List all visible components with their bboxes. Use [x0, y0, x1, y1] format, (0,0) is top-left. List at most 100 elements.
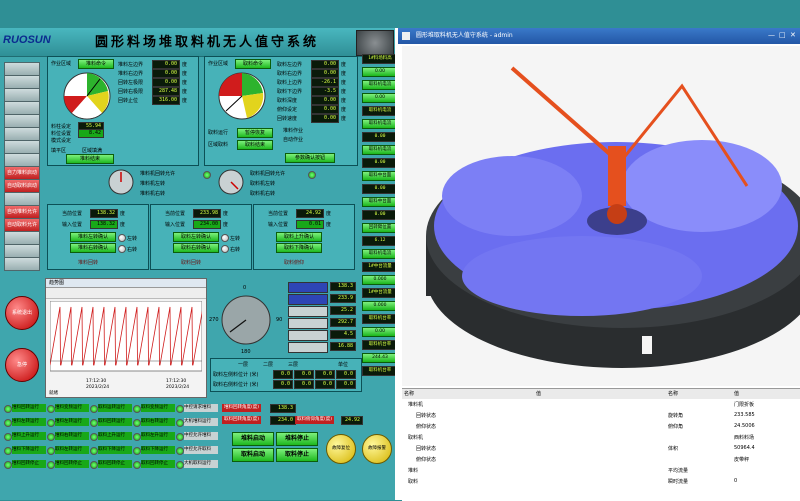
- tree-item[interactable]: 取料: [408, 478, 418, 485]
- stacker-compass-icon: [108, 169, 134, 195]
- tree-item[interactable]: 取料机: [408, 434, 423, 441]
- status-indicator: [176, 461, 184, 469]
- sidebar-button[interactable]: [4, 244, 40, 258]
- status-value: 16.88: [330, 342, 356, 351]
- emergency-stop-button[interactable]: 急停: [5, 348, 39, 382]
- confirm-button[interactable]: 堆料右转确认: [70, 243, 116, 253]
- trend-time-1: 17:12:30: [166, 379, 187, 384]
- minimize-icon[interactable]: —: [768, 31, 775, 39]
- sidebar-button[interactable]: [4, 257, 40, 271]
- level-table: 一层 二层 三层 单位 取料左侧料位计 (米) 0.0 0.0 0.0 0.0 取料右侧料位计 (…: [210, 358, 362, 392]
- angle-value: 138.3: [270, 404, 296, 413]
- stacker-command-button[interactable]: 堆料命令: [78, 59, 114, 69]
- position-panel: 当前位置 233.98 度输入位置 234.00 度取料左转确认 取料右转确认 左转 右转 取料…: [150, 204, 252, 270]
- stacker-check-full[interactable]: 区域填满: [82, 147, 102, 154]
- reclaimer-end-button[interactable]: 取料结束: [237, 140, 273, 150]
- sidebar-button[interactable]: [4, 192, 40, 206]
- confirm-button[interactable]: 堆料左转确认: [70, 232, 116, 242]
- confirm-button[interactable]: 取料左转确认: [173, 232, 219, 242]
- input-position-value[interactable]: 0.01: [296, 220, 324, 229]
- status-indicator: [47, 447, 55, 455]
- radio-indicator[interactable]: [118, 234, 126, 242]
- input-position-value[interactable]: 234.00: [193, 220, 221, 229]
- maximize-icon[interactable]: □: [779, 31, 786, 39]
- tree-item[interactable]: 回转状态: [416, 412, 436, 419]
- position-panel: 当前位置 138.32 度输入位置 138.32 度堆料左转确认 堆料右转确认 左转 右转 堆料…: [47, 204, 149, 270]
- sidebar-button[interactable]: [4, 140, 40, 154]
- sidebar-button[interactable]: [4, 62, 40, 76]
- confirm-button[interactable]: 取料上升确认: [276, 232, 322, 242]
- table-row-label: 取料左侧料位计 (米): [213, 372, 259, 378]
- confirm-button[interactable]: 取料下降确认: [276, 243, 322, 253]
- stacker-end-button[interactable]: 堆料结束: [66, 154, 114, 164]
- reclaimer-field-unit: 度: [341, 89, 347, 95]
- reclaimer-left-label: 取料机左转: [250, 181, 276, 187]
- sidebar-button[interactable]: 自动取料允许: [4, 218, 40, 232]
- sidebar-button[interactable]: 自力堆料启动请: [4, 166, 40, 188]
- reclaimer-param-confirm-button[interactable]: 参数确认按钮: [285, 153, 335, 163]
- close-icon[interactable]: ✕: [790, 31, 796, 39]
- reclaimer-field-label: 取料右边界: [277, 71, 303, 77]
- tree-item[interactable]: 堆料机: [408, 401, 423, 408]
- reclaimer-check-1[interactable]: 自动作业: [283, 136, 303, 143]
- app-title: 圆形料场堆取料机无人值守系统: [94, 35, 319, 50]
- 3d-yard-view[interactable]: [402, 46, 800, 386]
- unit-label: 度: [120, 211, 126, 217]
- unit-label: 度: [223, 211, 229, 217]
- reclaimer-field-value: 0.00: [311, 60, 339, 69]
- stacker-check-fill[interactable]: 填平区: [51, 147, 66, 154]
- action-button[interactable]: 堆料停止: [276, 432, 318, 446]
- status-indicator: [47, 461, 55, 469]
- sidebar-button[interactable]: [4, 75, 40, 89]
- sidebar-button[interactable]: [4, 114, 40, 128]
- radio-indicator[interactable]: [221, 245, 229, 253]
- action-button[interactable]: 堆料启动: [232, 432, 274, 446]
- tree-item[interactable]: 堆料: [408, 467, 418, 474]
- system-exit-button[interactable]: 系统退出: [5, 296, 39, 330]
- prop-name: 瞬时流量: [668, 479, 689, 485]
- reclaimer-check-0[interactable]: 堆料作业: [283, 127, 303, 134]
- sidebar-button[interactable]: [4, 101, 40, 115]
- status-label: 中控请求堆料: [184, 404, 218, 412]
- tree-item[interactable]: 回转状态: [416, 445, 436, 452]
- trend-toolbar[interactable]: [46, 288, 206, 299]
- status-indicator: [47, 405, 55, 413]
- reclaimer-panel: 作业区域 取料命令 取料左边界 0.00 度取料右边界 0.00 度取料上边界 -26.1…: [204, 56, 358, 166]
- action-button[interactable]: 取料停止: [276, 448, 318, 462]
- radio-label: 右转: [127, 247, 138, 253]
- current-position-value: 233.98: [193, 209, 221, 218]
- table-header: 单位: [338, 362, 349, 368]
- radio-indicator[interactable]: [118, 245, 126, 253]
- status-indicator: [133, 433, 141, 441]
- side-cell: 1#料场料高: [362, 54, 398, 64]
- sidebar-button[interactable]: [4, 127, 40, 141]
- tree-item[interactable]: 俯仰状态: [416, 423, 436, 430]
- action-button[interactable]: 取料启动: [232, 448, 274, 462]
- panel-footer-label: 取料俯仰: [284, 260, 305, 266]
- status-label: 堆料上升运行: [12, 432, 46, 440]
- tree-item[interactable]: 俯仰状态: [416, 456, 436, 463]
- status-label: 取料下降运行: [98, 446, 132, 454]
- fault-alarm-button[interactable]: 故障报警: [362, 434, 392, 464]
- confirm-button[interactable]: 取料右转确认: [173, 243, 219, 253]
- status-value: 292.7: [330, 318, 356, 327]
- reclaimer-command-button[interactable]: 取料命令: [235, 59, 271, 69]
- reclaimer-field-label: 回转速度: [277, 116, 298, 122]
- stacker-field-unit: 度: [182, 62, 188, 68]
- sidebar-button[interactable]: [4, 88, 40, 102]
- side-cell: 取料机台率: [362, 340, 398, 350]
- sidebar-button[interactable]: 自动堆料允许: [4, 205, 40, 219]
- table-cell: 0.0: [273, 380, 293, 389]
- trend-date-0: 2023/2/24: [86, 385, 110, 390]
- radio-indicator[interactable]: [221, 234, 229, 242]
- fault-reset-button[interactable]: 故障复位: [326, 434, 356, 464]
- sidebar-button[interactable]: [4, 231, 40, 245]
- reclaimer-pause-button[interactable]: 暂停恢复: [237, 128, 273, 138]
- sidebar-button[interactable]: 自动取料启动请: [4, 179, 40, 201]
- input-position-value[interactable]: 138.32: [90, 220, 118, 229]
- status-value: 233.9: [330, 294, 356, 303]
- sidebar-button[interactable]: [4, 153, 40, 167]
- side-cell: 0.00: [362, 67, 398, 77]
- angle-label: 取料回转角度(度): [222, 416, 262, 424]
- side-cell: 0.00: [362, 210, 398, 220]
